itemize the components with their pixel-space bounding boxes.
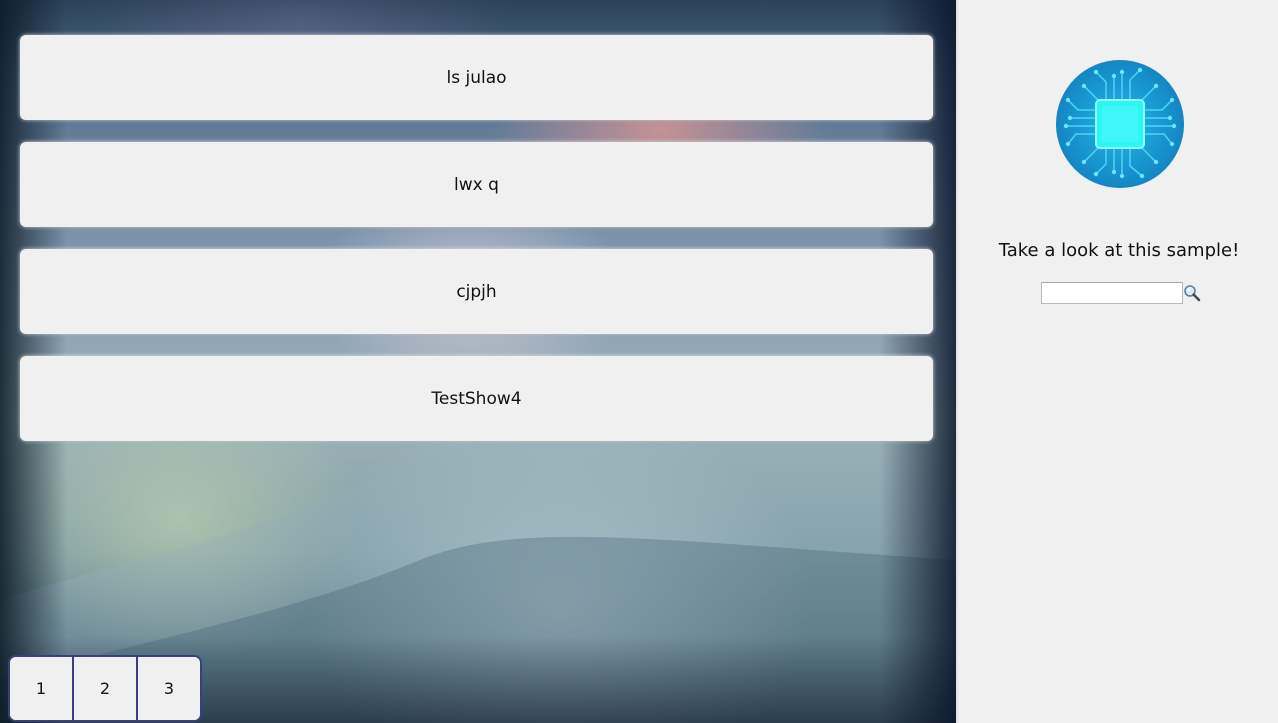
list-item-label: TestShow4 bbox=[431, 388, 522, 409]
list-item-1[interactable]: ls julao bbox=[20, 35, 933, 120]
list-item-4[interactable]: TestShow4 bbox=[20, 356, 933, 441]
sidebar-panel: Take a look at this sample! bbox=[956, 0, 1278, 723]
app-window: ls julao lwx q cjpjh TestShow4 1 2 3 Tak… bbox=[0, 0, 1278, 723]
list-item-3[interactable]: cjpjh bbox=[20, 249, 933, 334]
list-item-2[interactable]: lwx q bbox=[20, 142, 933, 227]
page-button-2[interactable]: 2 bbox=[72, 657, 136, 720]
page-button-1[interactable]: 1 bbox=[10, 657, 72, 720]
magnifier-icon[interactable] bbox=[1183, 284, 1201, 302]
list-item-label: cjpjh bbox=[456, 281, 497, 302]
circuit-chip-icon bbox=[1056, 60, 1184, 188]
pagination: 1 2 3 bbox=[8, 655, 202, 722]
list-item-label: lwx q bbox=[454, 174, 499, 195]
page-button-3[interactable]: 3 bbox=[136, 657, 200, 720]
sidebar-tagline: Take a look at this sample! bbox=[998, 240, 1240, 261]
list-item-label: ls julao bbox=[446, 67, 507, 88]
search-input[interactable] bbox=[1041, 282, 1183, 304]
